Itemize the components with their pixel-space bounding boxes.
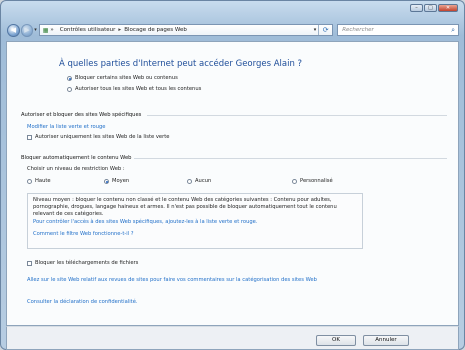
- close-button[interactable]: ✕: [438, 4, 458, 12]
- radio-button-selected[interactable]: [67, 75, 72, 81]
- checkbox[interactable]: [27, 134, 32, 140]
- radio-allow-label: Autoriser tous les sites Web et tous les…: [75, 86, 202, 92]
- level-label-custom: Personnalisé: [300, 178, 333, 184]
- minimize-button[interactable]: –: [410, 4, 423, 12]
- web-restrictions-panel: À quelles parties d'Internet peut accéde…: [6, 41, 459, 326]
- level-radio-medium[interactable]: Moyen: [104, 178, 129, 184]
- radio-allow-all[interactable]: Autoriser tous les sites Web et tous les…: [67, 86, 201, 92]
- block-downloads-checkbox[interactable]: Bloquer les téléchargements de fichiers: [27, 260, 138, 266]
- block-downloads-label: Bloquer les téléchargements de fichiers: [35, 260, 139, 266]
- radio-block-label: Bloquer certains sites Web ou contenus: [75, 75, 178, 81]
- maximize-button[interactable]: □: [424, 4, 437, 12]
- search-icon[interactable]: ⌕: [451, 25, 455, 35]
- level-radio-custom[interactable]: Personnalisé: [292, 178, 333, 184]
- search-placeholder: Rechercher: [342, 27, 374, 33]
- edit-list-link[interactable]: Modifier la liste verte et rouge: [27, 124, 105, 130]
- privacy-statement-link[interactable]: Consulter la déclaration de confidential…: [27, 299, 138, 305]
- radio-button[interactable]: [187, 178, 192, 184]
- breadcrumb-item-user-controls[interactable]: Contrôles utilisateur: [60, 27, 116, 33]
- radio-button[interactable]: [67, 86, 72, 92]
- breadcrumb-arrow-icon: ▸: [118, 27, 122, 33]
- navigation-bar: ◀ ▶ ▾ ▦ » Contrôles utilisateur ▸ Blocag…: [7, 23, 459, 37]
- radio-block-sites[interactable]: Bloquer certains sites Web ou contenus: [67, 75, 178, 81]
- section-divider: [147, 115, 447, 116]
- address-bar[interactable]: ▦ » Contrôles utilisateur ▸ Blocage de p…: [38, 24, 334, 36]
- allowlist-only-label: Autoriser uniquement les sites Web de la…: [35, 134, 170, 140]
- dialog-footer: OK Annuler: [6, 326, 459, 350]
- cancel-button[interactable]: Annuler: [363, 335, 409, 346]
- how-filter-works-link[interactable]: Comment le filtre Web fonctionne-t-il ?: [33, 231, 357, 238]
- level-description: Niveau moyen : bloquer le contenu non cl…: [33, 197, 337, 217]
- level-description-box: Niveau moyen : bloquer le contenu non cl…: [27, 193, 363, 249]
- checkbox[interactable]: [27, 260, 32, 266]
- level-label-high: Haute: [35, 178, 51, 184]
- restriction-level-prompt: Choisir un niveau de restriction Web :: [27, 166, 125, 172]
- breadcrumb-separator-icon: »: [50, 27, 54, 33]
- section-divider: [134, 158, 447, 159]
- level-label-medium: Moyen: [112, 178, 130, 184]
- section-heading-auto: Bloquer automatiquement le contenu Web: [21, 155, 132, 161]
- level-radio-high[interactable]: Haute: [27, 178, 51, 184]
- window-controls: – □ ✕: [409, 4, 458, 12]
- radio-button[interactable]: [27, 178, 32, 184]
- section-heading-specific: Autoriser et bloquer des sites Web spéci…: [21, 112, 142, 118]
- allowlist-only-checkbox[interactable]: Autoriser uniquement les sites Web de la…: [27, 134, 169, 140]
- control-panel-icon: ▦: [42, 26, 49, 34]
- page-title: À quelles parties d'Internet peut accéde…: [59, 59, 303, 69]
- forward-button[interactable]: ▶: [20, 23, 34, 37]
- recent-pages-dropdown-icon[interactable]: ▾: [34, 27, 37, 33]
- ok-button[interactable]: OK: [316, 335, 356, 346]
- refresh-icon[interactable]: ⟳: [318, 25, 332, 35]
- back-button[interactable]: ◀: [7, 23, 20, 37]
- radio-button[interactable]: [292, 178, 297, 184]
- site-review-link[interactable]: Allez sur le site Web relatif aux revues…: [27, 277, 367, 284]
- breadcrumb-item-web-blocking[interactable]: Blocage de pages Web: [124, 27, 187, 33]
- control-access-link[interactable]: Pour contrôler l'accès à des sites Web s…: [33, 219, 357, 226]
- level-label-none: Aucun: [195, 178, 212, 184]
- search-input[interactable]: Rechercher ⌕: [337, 24, 459, 36]
- address-dropdown-icon[interactable]: ▾: [314, 27, 317, 33]
- radio-button-selected[interactable]: [104, 178, 109, 184]
- level-radio-none[interactable]: Aucun: [187, 178, 211, 184]
- control-panel-window: – □ ✕ ◀ ▶ ▾ ▦ » Contrôles utilisateur ▸ …: [0, 0, 465, 350]
